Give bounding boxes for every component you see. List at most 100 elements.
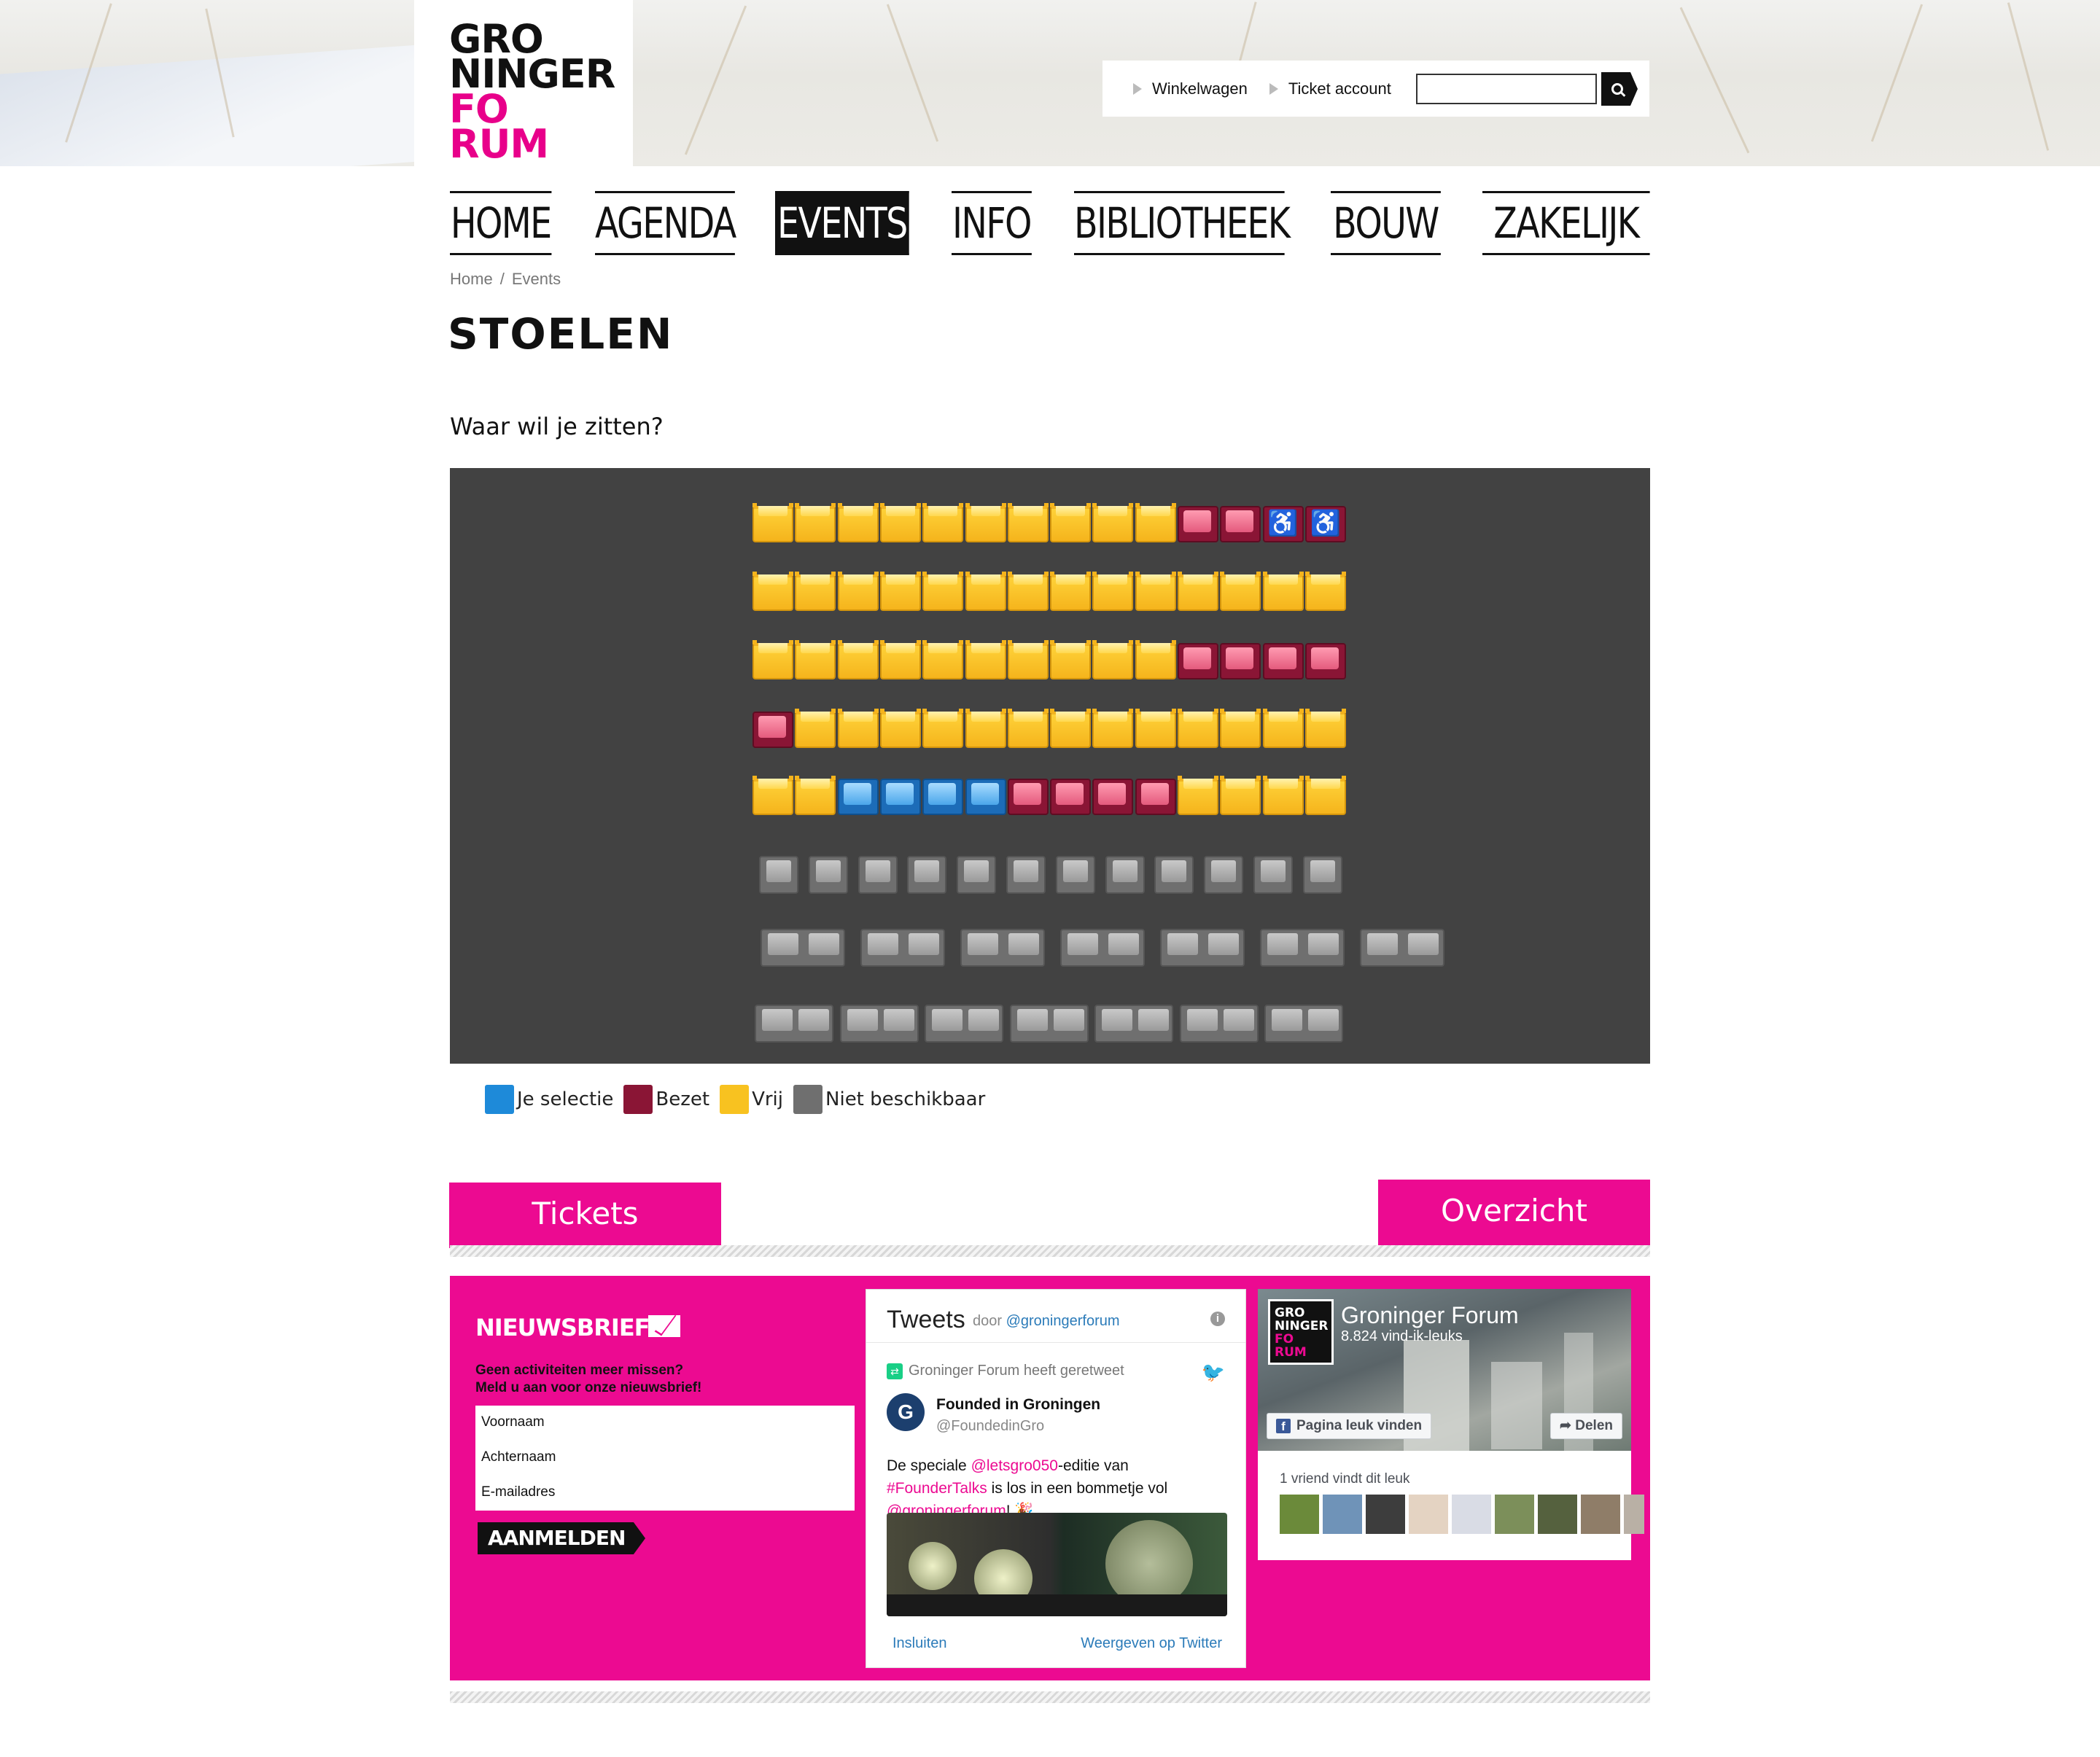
nav-home[interactable]: HOME	[450, 191, 552, 255]
seat-free[interactable]	[795, 572, 836, 611]
avatar[interactable]	[1366, 1495, 1405, 1534]
tweet-author-name[interactable]: Founded in Groningen	[936, 1396, 1100, 1414]
seat-free[interactable]	[1178, 709, 1218, 748]
seat-free[interactable]	[1135, 640, 1176, 679]
seat-free[interactable]	[1007, 709, 1049, 748]
nav-bibliotheek[interactable]: BIBLIOTHEEK	[1074, 191, 1291, 255]
seat-free[interactable]	[1007, 572, 1049, 611]
seat-free[interactable]	[965, 640, 1006, 679]
facebook-page-name[interactable]: Groninger Forum	[1341, 1302, 1519, 1329]
seat-free[interactable]	[837, 640, 879, 679]
seat-free[interactable]	[1050, 709, 1092, 748]
seat-selected[interactable]	[965, 779, 1006, 815]
seat-free[interactable]	[1262, 709, 1304, 748]
seat-free[interactable]	[752, 640, 793, 679]
seat-free[interactable]	[795, 776, 836, 815]
breadcrumb-current[interactable]: Events	[512, 270, 561, 288]
avatar[interactable]	[1495, 1495, 1534, 1534]
seat-free[interactable]	[1304, 776, 1346, 815]
seat-free[interactable]	[1050, 572, 1092, 611]
seat-free[interactable]	[752, 572, 793, 611]
seat-free[interactable]	[965, 709, 1006, 748]
tickets-button[interactable]: Tickets	[449, 1183, 721, 1248]
last-name-field[interactable]: Achternaam	[481, 1449, 556, 1465]
seat-free[interactable]	[1304, 709, 1346, 748]
seat-free[interactable]	[879, 572, 921, 611]
site-logo[interactable]: GRO NINGER FO RUM	[414, 0, 633, 166]
seat-free[interactable]	[1262, 572, 1304, 611]
seat-free[interactable]	[1092, 640, 1134, 679]
seat-free[interactable]	[837, 503, 879, 542]
seat-free[interactable]	[1220, 776, 1261, 815]
seat-selected[interactable]	[879, 779, 921, 815]
breadcrumb-home[interactable]: Home	[450, 270, 493, 288]
overview-button[interactable]: Overzicht	[1378, 1180, 1650, 1245]
seat-free[interactable]	[752, 503, 793, 542]
embed-link[interactable]: Insluiten	[892, 1635, 947, 1652]
seat-free[interactable]	[879, 503, 921, 542]
view-on-twitter-link[interactable]: Weergeven op Twitter	[1081, 1635, 1222, 1652]
seat-free[interactable]	[1135, 503, 1176, 542]
first-name-field[interactable]: Voornaam	[481, 1414, 545, 1430]
facebook-page-logo[interactable]: GRO NINGER FO RUM	[1268, 1299, 1334, 1365]
facebook-share-button[interactable]: ➦ Delen	[1550, 1413, 1622, 1439]
seat-selected[interactable]	[837, 779, 879, 815]
subscribe-button[interactable]: AANMELDEN	[478, 1522, 645, 1554]
avatar[interactable]	[1280, 1495, 1319, 1534]
seat-free[interactable]	[1007, 503, 1049, 542]
seat-free[interactable]	[795, 503, 836, 542]
seat-free[interactable]	[922, 709, 964, 748]
tweet-image[interactable]	[887, 1513, 1227, 1616]
seat-free[interactable]	[752, 776, 793, 815]
email-field[interactable]: E-mailadres	[481, 1484, 555, 1500]
tweet-mention-1[interactable]: @letsgro050	[971, 1457, 1058, 1474]
seat-free[interactable]	[879, 640, 921, 679]
seat-free[interactable]	[922, 503, 964, 542]
seat-free[interactable]	[795, 640, 836, 679]
seat-free[interactable]	[1092, 503, 1134, 542]
seat-free[interactable]	[1178, 776, 1218, 815]
seat-free[interactable]	[965, 503, 1006, 542]
seat-free[interactable]	[1220, 572, 1261, 611]
seat-free[interactable]	[1092, 572, 1134, 611]
seat-free[interactable]	[1050, 640, 1092, 679]
facebook-like-button[interactable]: f Pagina leuk vinden	[1267, 1413, 1432, 1439]
avatar[interactable]	[1323, 1495, 1362, 1534]
seat-free[interactable]	[922, 640, 964, 679]
avatar[interactable]	[1452, 1495, 1491, 1534]
avatar[interactable]	[1624, 1495, 1644, 1534]
seat-free[interactable]	[1262, 776, 1304, 815]
seat-free[interactable]	[1050, 503, 1092, 542]
seat-free[interactable]	[1135, 709, 1176, 748]
seat-selected[interactable]	[922, 779, 964, 815]
avatar[interactable]	[1581, 1495, 1620, 1534]
seat-free[interactable]	[1220, 709, 1261, 748]
seat-free[interactable]	[1135, 572, 1176, 611]
search-input[interactable]	[1416, 74, 1597, 104]
ticket-account-link[interactable]: Ticket account	[1269, 79, 1391, 98]
nav-info[interactable]: INFO	[952, 191, 1032, 255]
twitter-handle-link[interactable]: @groningerforum	[1006, 1313, 1120, 1329]
avatar[interactable]	[1538, 1495, 1577, 1534]
nav-events[interactable]: EVENTS	[775, 191, 909, 255]
seat-free[interactable]	[1178, 572, 1218, 611]
info-icon[interactable]: i	[1210, 1312, 1225, 1326]
avatar[interactable]	[1409, 1495, 1448, 1534]
nav-zakelijk[interactable]: ZAKELIJK	[1482, 191, 1650, 255]
seat-free[interactable]	[837, 572, 879, 611]
seat-free[interactable]	[1092, 709, 1134, 748]
avatar[interactable]: G	[887, 1393, 925, 1431]
seat-free[interactable]	[795, 709, 836, 748]
nav-bouw[interactable]: BOUW	[1331, 191, 1441, 255]
seat-free[interactable]	[1007, 640, 1049, 679]
seat-free[interactable]	[1304, 572, 1346, 611]
tweet-author-handle[interactable]: @FoundedinGro	[936, 1418, 1044, 1435]
cart-link[interactable]: Winkelwagen	[1133, 79, 1248, 98]
tweet-hashtag[interactable]: #FounderTalks	[887, 1480, 987, 1497]
seat-free[interactable]	[837, 709, 879, 748]
seat-free[interactable]	[922, 572, 964, 611]
nav-agenda[interactable]: AGENDA	[595, 191, 736, 255]
seat-free[interactable]	[965, 572, 1006, 611]
seat-free[interactable]	[879, 709, 921, 748]
search-button[interactable]	[1601, 72, 1638, 106]
